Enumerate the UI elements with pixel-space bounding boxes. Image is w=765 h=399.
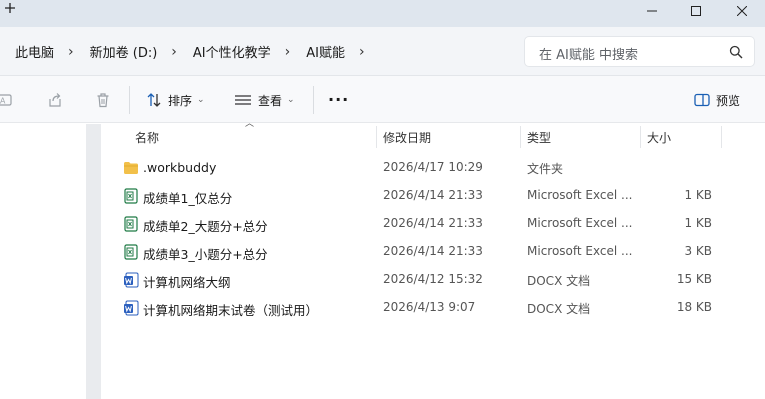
chevron-right-icon[interactable]: › (359, 44, 365, 60)
sort-button[interactable]: 排序 ⌄ (146, 88, 205, 112)
file-row[interactable]: 成绩单2_大题分+总分 2026/4/14 21:33 Microsoft Ex… (117, 210, 721, 238)
column-header-size[interactable]: 大小 (647, 129, 671, 146)
column-divider[interactable] (376, 126, 377, 148)
more-options-button[interactable]: ··· (328, 90, 349, 109)
file-date: 2026/4/13 9:07 (383, 300, 476, 314)
sort-label: 排序 (168, 93, 193, 108)
file-size: 15 KB (676, 272, 712, 286)
breadcrumb-item-this-pc[interactable]: 此电脑 (15, 42, 54, 61)
column-divider[interactable] (721, 126, 722, 148)
column-header-type[interactable]: 类型 (527, 129, 551, 146)
file-date: 2026/4/17 10:29 (383, 160, 483, 174)
toolbar-divider (313, 86, 314, 114)
file-row[interactable]: 计算机网络期末试卷（测试用） 2026/4/13 9:07 DOCX 文档 18… (117, 294, 721, 322)
file-size: 1 KB (684, 188, 712, 202)
file-row[interactable]: 计算机网络大纲 2026/4/12 15:32 DOCX 文档 15 KB (117, 266, 721, 294)
breadcrumb-item-folder[interactable]: AI个性化教学 (193, 42, 271, 61)
chevron-down-icon: ⌄ (197, 95, 205, 105)
preview-label: 预览 (716, 93, 741, 108)
file-size: 3 KB (684, 244, 712, 258)
minimize-icon[interactable] (632, 0, 672, 22)
view-button[interactable]: 查看 ⌄ (234, 88, 295, 112)
file-type: Microsoft Excel ... (527, 216, 633, 230)
file-type: DOCX 文档 (527, 274, 591, 288)
search-icon (729, 45, 743, 59)
sort-icon (147, 93, 161, 107)
preview-pane-icon (694, 93, 710, 107)
address-bar: 此电脑 › 新加卷 (D:) › AI个性化教学 › AI赋能 › 在 AI赋能… (0, 27, 765, 76)
navigation-pane[interactable] (0, 124, 86, 399)
chevron-down-icon: ⌄ (287, 95, 295, 105)
navigation-pane-scrollbar[interactable] (86, 124, 101, 399)
command-bar: A 排序 ⌄ 查看 ⌄ ··· 预览 (0, 76, 765, 123)
sort-ascending-icon: ︿ (245, 119, 255, 129)
file-date: 2026/4/14 21:33 (383, 244, 483, 258)
csv-file-icon (124, 244, 138, 260)
file-name: 成绩单1_仅总分 (143, 191, 233, 206)
folder-icon (124, 162, 138, 174)
csv-file-icon (124, 216, 138, 232)
file-size: 18 KB (676, 300, 712, 314)
file-row[interactable]: 成绩单1_仅总分 2026/4/14 21:33 Microsoft Excel… (117, 182, 721, 210)
file-name: 计算机网络大纲 (143, 275, 231, 290)
column-divider[interactable] (520, 126, 521, 148)
file-row[interactable]: 成绩单3_小题分+总分 2026/4/14 21:33 Microsoft Ex… (117, 238, 721, 266)
chevron-right-icon[interactable]: › (68, 44, 74, 60)
column-header-name[interactable]: 名称 (135, 129, 159, 146)
file-date: 2026/4/14 21:33 (383, 188, 483, 202)
breadcrumb-item-drive[interactable]: 新加卷 (D:) (90, 42, 158, 61)
maximize-icon[interactable] (676, 0, 716, 22)
svg-text:A: A (0, 97, 6, 106)
toolbar-divider (129, 86, 130, 114)
file-date: 2026/4/12 15:32 (383, 272, 483, 286)
file-name: 成绩单2_大题分+总分 (143, 219, 268, 234)
view-label: 查看 (258, 93, 283, 108)
word-file-icon (124, 272, 139, 288)
search-placeholder: 在 AI赋能 中搜索 (539, 48, 638, 63)
column-divider[interactable] (640, 126, 641, 148)
breadcrumb: 此电脑 › 新加卷 (D:) › AI个性化教学 › AI赋能 › (15, 27, 381, 76)
column-header-date[interactable]: 修改日期 (383, 129, 431, 146)
word-file-icon (124, 300, 139, 316)
search-input[interactable]: 在 AI赋能 中搜索 (524, 36, 755, 67)
share-icon[interactable] (47, 92, 63, 108)
file-name: 成绩单3_小题分+总分 (143, 247, 268, 262)
file-type: Microsoft Excel ... (527, 188, 633, 202)
chevron-right-icon[interactable]: › (171, 44, 177, 60)
plus-icon[interactable] (4, 2, 20, 18)
file-name: 计算机网络期末试卷（测试用） (143, 303, 319, 318)
chevron-right-icon[interactable]: › (285, 44, 291, 60)
csv-file-icon (124, 188, 138, 204)
file-type: Microsoft Excel ... (527, 244, 633, 258)
preview-button[interactable]: 预览 (694, 88, 740, 112)
view-list-icon (235, 95, 251, 105)
file-date: 2026/4/14 21:33 (383, 216, 483, 230)
rename-icon[interactable]: A (0, 92, 12, 108)
delete-icon[interactable] (95, 92, 111, 108)
file-type: 文件夹 (527, 162, 564, 176)
file-type: DOCX 文档 (527, 302, 591, 316)
close-icon[interactable] (722, 0, 762, 22)
file-name: .workbuddy (143, 160, 217, 175)
title-bar (0, 0, 765, 27)
file-row[interactable]: .workbuddy 2026/4/17 10:29 文件夹 (117, 154, 721, 182)
breadcrumb-item-current[interactable]: AI赋能 (306, 42, 345, 61)
file-size: 1 KB (684, 216, 712, 230)
